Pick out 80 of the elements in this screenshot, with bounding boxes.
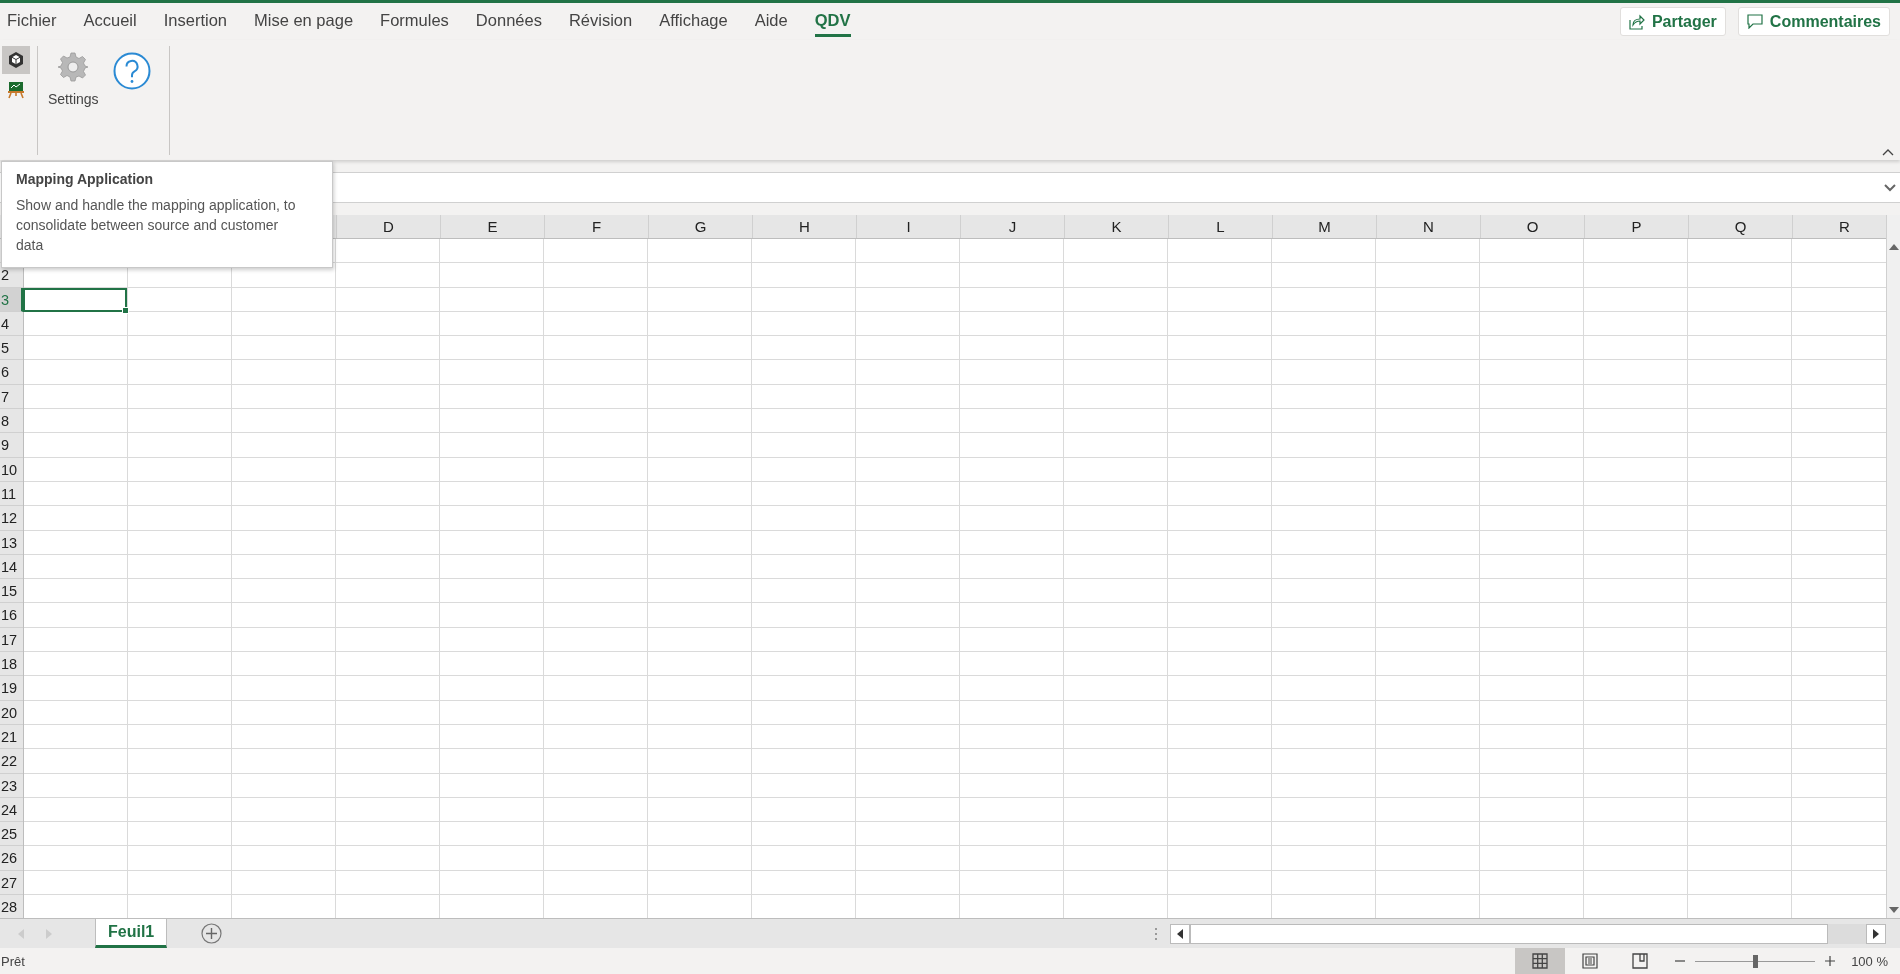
column-header[interactable]: L bbox=[1168, 215, 1272, 238]
sheet-tab[interactable]: Feuil1 bbox=[95, 919, 168, 948]
column-header[interactable]: K bbox=[1064, 215, 1168, 238]
row-header[interactable]: 3 bbox=[0, 287, 23, 312]
tooltip-text: Show and handle the mapping application, to consolidate between source and customer data bbox=[16, 196, 297, 255]
ribbon-tab[interactable]: Insertion bbox=[163, 6, 227, 37]
easel-icon bbox=[7, 81, 25, 99]
row-header[interactable]: 9 bbox=[0, 433, 23, 458]
row-header[interactable]: 20 bbox=[0, 700, 23, 725]
row-header[interactable]: 27 bbox=[0, 870, 23, 895]
ribbon-tab[interactable]: Fichier bbox=[7, 6, 57, 37]
row-header[interactable]: 26 bbox=[0, 846, 23, 871]
row-header[interactable]: 4 bbox=[0, 311, 23, 337]
ribbon-tab[interactable]: Affichage bbox=[659, 6, 728, 37]
page-icon bbox=[1582, 953, 1599, 969]
tooltip-title: Mapping Application bbox=[16, 171, 155, 187]
horizontal-scrollbar[interactable] bbox=[1170, 923, 1886, 944]
expand-icon[interactable] bbox=[1884, 183, 1896, 192]
row-header[interactable]: 14 bbox=[0, 554, 23, 580]
ribbon-tab[interactable]: Accueil bbox=[83, 6, 137, 37]
ribbon-small-button[interactable] bbox=[2, 46, 30, 74]
ribbon-tab[interactable]: Données bbox=[475, 6, 542, 37]
settings-button[interactable]: Settings bbox=[38, 46, 109, 107]
row-header[interactable]: 16 bbox=[0, 603, 23, 628]
zoom-in-icon[interactable] bbox=[1825, 956, 1836, 966]
column-header[interactable]: F bbox=[544, 215, 648, 238]
vertical-scrollbar[interactable] bbox=[1886, 215, 1900, 918]
selected-cell[interactable] bbox=[23, 287, 127, 312]
column-header[interactable]: J bbox=[960, 215, 1064, 238]
row-header[interactable]: 18 bbox=[0, 652, 23, 677]
column-header[interactable]: D bbox=[336, 215, 440, 238]
comment-icon bbox=[1746, 14, 1763, 29]
row-header[interactable]: 5 bbox=[0, 336, 23, 361]
share-icon bbox=[1628, 13, 1645, 30]
zoom-slider-thumb[interactable] bbox=[1753, 954, 1759, 968]
column-header[interactable]: P bbox=[1584, 215, 1688, 238]
row-header[interactable]: 11 bbox=[0, 481, 23, 507]
column-header[interactable]: M bbox=[1272, 215, 1376, 238]
scroll-right-icon[interactable] bbox=[1873, 928, 1879, 939]
scroll-up-icon[interactable] bbox=[1888, 243, 1899, 251]
row-header[interactable]: 25 bbox=[0, 822, 23, 847]
row-header[interactable]: 13 bbox=[0, 530, 23, 555]
grid-icon bbox=[1532, 953, 1549, 969]
share-button[interactable]: Partager bbox=[1619, 7, 1726, 36]
column-header[interactable]: E bbox=[440, 215, 544, 238]
ribbon-tab[interactable]: Mise en page bbox=[254, 6, 354, 37]
row-header[interactable]: 15 bbox=[0, 579, 23, 604]
row-header[interactable]: 7 bbox=[0, 384, 23, 410]
cube-icon bbox=[7, 51, 25, 69]
collapse-ribbon-icon[interactable] bbox=[1882, 148, 1894, 156]
column-header[interactable]: I bbox=[856, 215, 960, 238]
row-header[interactable]: 24 bbox=[0, 797, 23, 823]
row-header[interactable]: 8 bbox=[0, 409, 23, 434]
ribbon-tab[interactable]: QDV bbox=[814, 6, 851, 37]
row-header[interactable]: 12 bbox=[0, 506, 23, 531]
page-break-icon bbox=[1632, 953, 1649, 969]
help-icon bbox=[112, 52, 151, 90]
row-header[interactable]: 21 bbox=[0, 724, 23, 750]
settings-icon bbox=[57, 51, 90, 83]
status-text: Prêt bbox=[0, 953, 25, 969]
row-header[interactable]: 22 bbox=[0, 749, 23, 774]
comments-button[interactable]: Commentaires bbox=[1737, 7, 1890, 36]
column-header[interactable]: Q bbox=[1688, 215, 1792, 238]
row-header[interactable]: 23 bbox=[0, 773, 23, 798]
scroll-down-icon[interactable] bbox=[1888, 906, 1899, 914]
column-header[interactable]: N bbox=[1376, 215, 1480, 238]
zoom-level[interactable]: 100 % bbox=[1845, 953, 1900, 969]
column-header[interactable]: G bbox=[648, 215, 752, 238]
row-header[interactable]: 19 bbox=[0, 676, 23, 701]
add-sheet-icon[interactable] bbox=[201, 923, 223, 944]
column-header[interactable]: O bbox=[1480, 215, 1584, 238]
row-header[interactable]: 17 bbox=[0, 627, 23, 653]
scroll-left-icon[interactable] bbox=[1177, 928, 1183, 939]
column-header[interactable]: H bbox=[752, 215, 856, 238]
row-header[interactable]: 6 bbox=[0, 360, 23, 385]
row-header[interactable]: 10 bbox=[0, 457, 23, 482]
ribbon-tab[interactable]: Révision bbox=[568, 6, 633, 37]
view-button[interactable] bbox=[1515, 948, 1566, 974]
ribbon-tab[interactable]: Formules bbox=[380, 6, 449, 37]
ribbon-tab[interactable]: Aide bbox=[754, 6, 788, 37]
